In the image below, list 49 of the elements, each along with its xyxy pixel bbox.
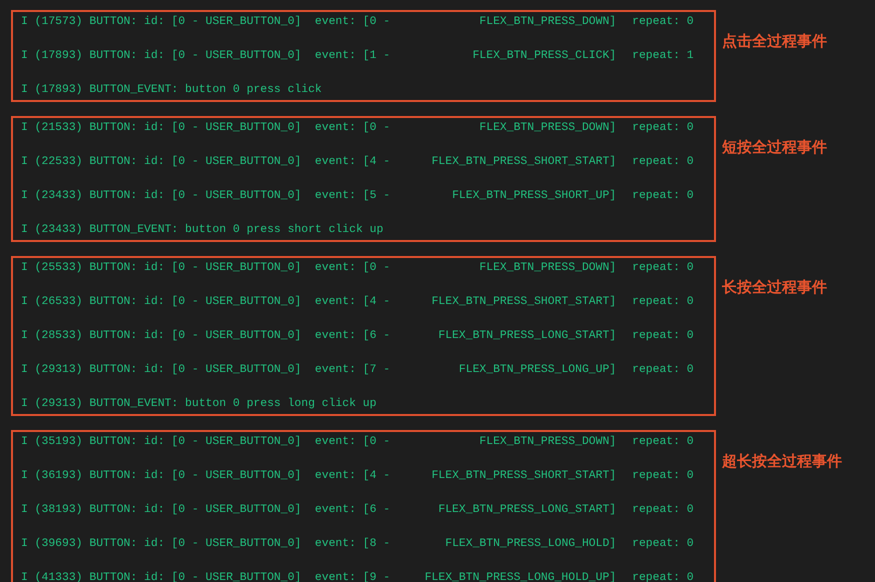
log-text: I (17893) BUTTON: id: [0 - USER_BUTTON_0] event: [1 - (21, 50, 390, 62)
annotation-label: 点击全过程事件 (722, 32, 827, 51)
log-text: I (22533) BUTTON: id: [0 - USER_BUTTON_0] event: [4 - (21, 156, 390, 168)
event-name: FLEX_BTN_PRESS_DOWN] (478, 16, 616, 28)
repeat-count: repeat: 0 (632, 436, 694, 448)
annotation-label: 短按全过程事件 (722, 138, 827, 157)
repeat-count: repeat: 0 (632, 16, 694, 28)
event-name: FLEX_BTN_PRESS_SHORT_START] (430, 296, 616, 308)
event-name: FLEX_BTN_PRESS_LONG_UP] (458, 364, 616, 376)
event-name: FLEX_BTN_PRESS_LONG_START] (437, 504, 616, 516)
log-text: I (29313) BUTTON_EVENT: button 0 press long click up (21, 398, 376, 410)
repeat-count: repeat: 1 (632, 50, 694, 62)
log-text: I (28533) BUTTON: id: [0 - USER_BUTTON_0] event: [6 - (21, 330, 390, 342)
log-text: I (26533) BUTTON: id: [0 - USER_BUTTON_0] event: [4 - (21, 296, 390, 308)
log-text: I (23433) BUTTON_EVENT: button 0 press short click up (21, 224, 384, 236)
repeat-count: repeat: 0 (632, 572, 694, 582)
event-name: FLEX_BTN_PRESS_DOWN] (478, 436, 616, 448)
event-name: FLEX_BTN_PRESS_CLICK] (472, 50, 616, 62)
log-text: I (23433) BUTTON: id: [0 - USER_BUTTON_0] event: [5 - (21, 190, 390, 202)
repeat-count: repeat: 0 (632, 190, 694, 202)
repeat-count: repeat: 0 (632, 262, 694, 274)
log-text: I (39693) BUTTON: id: [0 - USER_BUTTON_0] event: [8 - (21, 538, 390, 550)
event-name: FLEX_BTN_PRESS_LONG_HOLD_UP] (424, 572, 616, 582)
log-text: I (35193) BUTTON: id: [0 - USER_BUTTON_0] event: [0 - (21, 436, 390, 448)
log-text: I (29313) BUTTON: id: [0 - USER_BUTTON_0] event: [7 - (21, 364, 390, 376)
repeat-count: repeat: 0 (632, 296, 694, 308)
repeat-count: repeat: 0 (632, 122, 694, 134)
log-text: I (17573) BUTTON: id: [0 - USER_BUTTON_0] event: [0 - (21, 16, 390, 28)
annotation-label: 长按全过程事件 (722, 278, 827, 297)
event-name: FLEX_BTN_PRESS_SHORT_START] (430, 470, 616, 482)
repeat-count: repeat: 0 (632, 364, 694, 376)
event-name: FLEX_BTN_PRESS_SHORT_START] (430, 156, 616, 168)
repeat-count: repeat: 0 (632, 330, 694, 342)
event-name: FLEX_BTN_PRESS_DOWN] (478, 262, 616, 274)
event-name: FLEX_BTN_PRESS_LONG_HOLD] (444, 538, 616, 550)
repeat-count: repeat: 0 (632, 156, 694, 168)
log-text: I (17893) BUTTON_EVENT: button 0 press click (21, 84, 322, 96)
log-text: I (25533) BUTTON: id: [0 - USER_BUTTON_0] event: [0 - (21, 262, 390, 274)
log-text: I (36193) BUTTON: id: [0 - USER_BUTTON_0] event: [4 - (21, 470, 390, 482)
event-name: FLEX_BTN_PRESS_SHORT_UP] (451, 190, 616, 202)
repeat-count: repeat: 0 (632, 504, 694, 516)
log-text: I (41333) BUTTON: id: [0 - USER_BUTTON_0] event: [9 - (21, 572, 390, 582)
log-text: I (38193) BUTTON: id: [0 - USER_BUTTON_0] event: [6 - (21, 504, 390, 516)
event-name: FLEX_BTN_PRESS_LONG_START] (437, 330, 616, 342)
log-text: I (21533) BUTTON: id: [0 - USER_BUTTON_0] event: [0 - (21, 122, 390, 134)
event-name: FLEX_BTN_PRESS_DOWN] (478, 122, 616, 134)
repeat-count: repeat: 0 (632, 470, 694, 482)
repeat-count: repeat: 0 (632, 538, 694, 550)
annotation-label: 超长按全过程事件 (722, 452, 842, 471)
